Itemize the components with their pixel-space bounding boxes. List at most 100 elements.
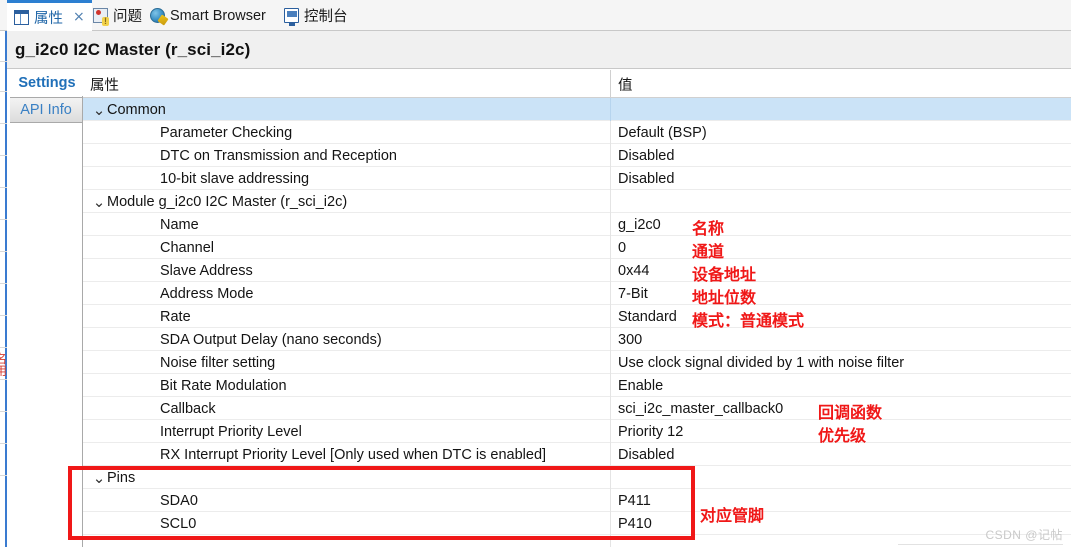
property-name-label: Module g_i2c0 I2C Master (r_sci_i2c) xyxy=(107,193,348,210)
properties-body: Settings API Info 属性 值 ⌄ Common Parameter … xyxy=(7,70,1071,547)
property-name-cell[interactable]: ⌄ Pins xyxy=(83,466,610,489)
rail-tab-api-info[interactable]: API Info xyxy=(10,97,83,123)
property-name-cell[interactable]: Parameter Checking xyxy=(83,121,610,144)
page-title: g_i2c0 I2C Master (r_sci_i2c) xyxy=(15,39,251,59)
property-value-label: Disabled xyxy=(618,446,675,463)
table-row[interactable]: ⌄ Module g_i2c0 I2C Master (r_sci_i2c) xyxy=(83,190,1071,213)
property-name-cell[interactable]: 10-bit slave addressing xyxy=(83,167,610,190)
annotation-text: 设备地址 xyxy=(692,265,757,284)
property-name-cell[interactable]: ⌄ Module g_i2c0 I2C Master (r_sci_i2c) xyxy=(83,190,610,213)
property-value-cell[interactable]: Standard xyxy=(610,305,1071,328)
property-value-cell[interactable]: Default (BSP) xyxy=(610,121,1071,144)
table-row[interactable]: SCL0 P410 xyxy=(83,512,1071,535)
properties-icon xyxy=(14,9,29,25)
tab-console[interactable]: 控制台 xyxy=(277,0,355,31)
property-value-label: 0x44 xyxy=(618,262,650,279)
property-table: 属性 值 ⌄ Common Parameter Checking Default (B… xyxy=(83,70,1071,547)
property-name-label: Interrupt Priority Level xyxy=(160,423,302,440)
property-name-label: Parameter Checking xyxy=(160,124,293,141)
property-value-label: 7-Bit xyxy=(618,285,648,302)
property-name-label: Common xyxy=(107,101,166,118)
table-row[interactable] xyxy=(83,535,1071,547)
table-row[interactable]: Channel 0 xyxy=(83,236,1071,259)
table-row[interactable]: Name g_i2c0 xyxy=(83,213,1071,236)
tab-properties-label: 属性 xyxy=(34,10,63,27)
property-name-cell[interactable]: ⌄ Common xyxy=(83,98,610,121)
property-value-cell[interactable]: Disabled xyxy=(610,144,1071,167)
property-name-cell[interactable]: RX Interrupt Priority Level [Only used w… xyxy=(83,443,610,466)
rail-tab-api-info-label: API Info xyxy=(20,102,72,118)
rail-tab-settings[interactable]: Settings xyxy=(10,70,83,96)
table-row[interactable]: DTC on Transmission and Reception Disable… xyxy=(83,144,1071,167)
property-name-label: Address Mode xyxy=(160,285,254,302)
watermark: CSDN @记帖 xyxy=(985,528,1063,542)
property-name-cell[interactable]: Bit Rate Modulation xyxy=(83,374,610,397)
property-name-label: Bit Rate Modulation xyxy=(160,377,287,394)
property-name-cell[interactable]: Slave Address xyxy=(83,259,610,282)
property-value-cell[interactable]: 300 xyxy=(610,328,1071,351)
property-value-cell[interactable] xyxy=(610,98,1071,121)
table-row[interactable]: ⌄ Pins xyxy=(83,466,1071,489)
column-header-value[interactable]: 值 xyxy=(610,70,1071,98)
table-row[interactable]: SDA0 P411 xyxy=(83,489,1071,512)
properties-view-window: i 名 用 属性 × 问题 Smart Browser 控制台 g_i2c0 I… xyxy=(0,0,1071,547)
tab-problems-label: 问题 xyxy=(113,9,142,25)
chevron-down-icon[interactable]: ⌄ xyxy=(91,194,107,209)
property-value-cell[interactable]: 0x44 xyxy=(610,259,1071,282)
tab-properties[interactable]: 属性 × xyxy=(7,0,92,31)
table-row[interactable]: Callback sci_i2c_master_callback0 xyxy=(83,397,1071,420)
property-name-label: Rate xyxy=(160,308,191,325)
table-row[interactable]: Interrupt Priority Level Priority 12 xyxy=(83,420,1071,443)
table-row[interactable]: Address Mode 7-Bit xyxy=(83,282,1071,305)
property-name-cell[interactable]: Interrupt Priority Level xyxy=(83,420,610,443)
property-value-cell[interactable]: Use clock signal divided by 1 with noise… xyxy=(610,351,1071,374)
table-row[interactable]: Rate Standard xyxy=(83,305,1071,328)
property-value-label: P410 xyxy=(618,515,652,532)
property-name-label: 10-bit slave addressing xyxy=(160,170,310,187)
table-row[interactable]: SDA Output Delay (nano seconds) 300 xyxy=(83,328,1071,351)
property-name-cell[interactable]: SCL0 xyxy=(83,512,610,535)
property-value-cell[interactable]: Disabled xyxy=(610,167,1071,190)
tab-problems[interactable]: 问题 xyxy=(86,0,149,31)
property-value-cell[interactable]: Disabled xyxy=(610,443,1071,466)
property-value-label: Enable xyxy=(618,377,664,394)
table-row[interactable]: Bit Rate Modulation Enable xyxy=(83,374,1071,397)
view-header: g_i2c0 I2C Master (r_sci_i2c) xyxy=(7,31,1071,69)
property-name-cell[interactable]: Rate xyxy=(83,305,610,328)
property-name-label: Callback xyxy=(160,400,216,417)
property-table-body: ⌄ Common Parameter Checking Default (BSP) DT… xyxy=(83,98,1071,547)
property-name-cell[interactable]: SDA Output Delay (nano seconds) xyxy=(83,328,610,351)
table-row[interactable]: Noise filter setting Use clock signal div… xyxy=(83,351,1071,374)
property-name-label: SCL0 xyxy=(160,515,197,532)
table-row[interactable]: Slave Address 0x44 xyxy=(83,259,1071,282)
table-row[interactable]: 10-bit slave addressing Disabled xyxy=(83,167,1071,190)
property-value-cell[interactable]: 0 xyxy=(610,236,1071,259)
property-value-cell[interactable]: 7-Bit xyxy=(610,282,1071,305)
property-name-cell[interactable]: DTC on Transmission and Reception xyxy=(83,144,610,167)
property-name-cell[interactable]: Noise filter setting xyxy=(83,351,610,374)
column-header-name[interactable]: 属性 xyxy=(83,70,610,98)
property-value-cell[interactable] xyxy=(610,466,1071,489)
property-value-cell[interactable] xyxy=(610,190,1071,213)
chevron-down-icon[interactable]: ⌄ xyxy=(91,470,107,485)
tab-smart-browser[interactable]: Smart Browser xyxy=(143,0,273,31)
property-name-cell[interactable]: Address Mode xyxy=(83,282,610,305)
property-value-label: P411 xyxy=(618,492,651,509)
property-name-cell[interactable]: Channel xyxy=(83,236,610,259)
chevron-down-icon[interactable]: ⌄ xyxy=(91,102,107,117)
table-row[interactable]: ⌄ Common xyxy=(83,98,1071,121)
property-name-label: Pins xyxy=(107,469,136,486)
table-row[interactable]: Parameter Checking Default (BSP) xyxy=(83,121,1071,144)
property-name-cell[interactable] xyxy=(83,535,610,547)
property-name-cell[interactable]: Name xyxy=(83,213,610,236)
table-row[interactable]: RX Interrupt Priority Level [Only used w… xyxy=(83,443,1071,466)
property-name-cell[interactable]: SDA0 xyxy=(83,489,610,512)
property-name-label: Name xyxy=(160,216,199,233)
property-value-cell[interactable]: Enable xyxy=(610,374,1071,397)
view-tab-bar: 属性 × 问题 Smart Browser 控制台 xyxy=(0,0,1071,31)
property-name-label: DTC on Transmission and Reception xyxy=(160,147,397,164)
tab-close-icon[interactable]: × xyxy=(73,9,85,25)
property-value-cell[interactable]: g_i2c0 xyxy=(610,213,1071,236)
property-name-cell[interactable]: Callback xyxy=(83,397,610,420)
property-value-cell[interactable]: P411 xyxy=(610,489,1071,512)
